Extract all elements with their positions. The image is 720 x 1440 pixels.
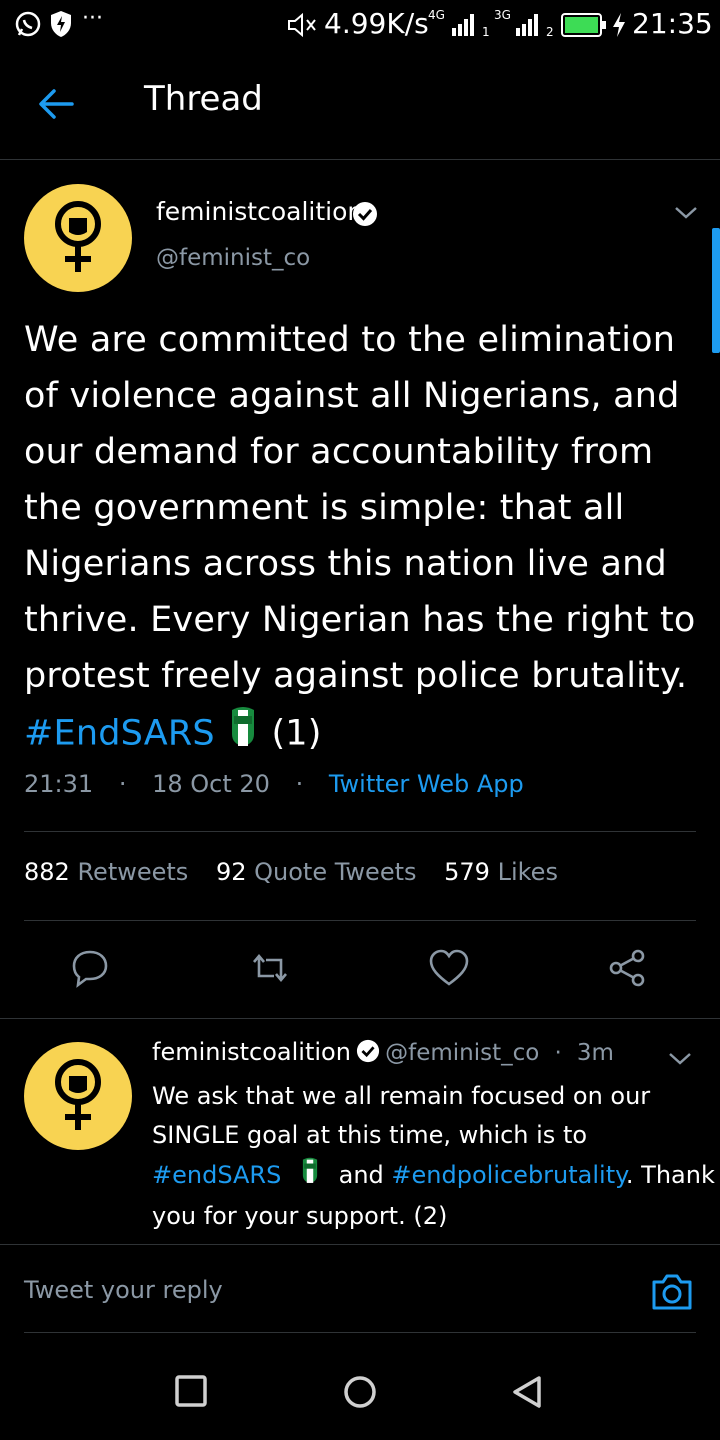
retweet-button[interactable] [240,938,300,998]
recents-square-icon[interactable] [174,1374,208,1412]
divider [24,1332,696,1333]
heart-icon [429,949,469,986]
reply-author-name[interactable]: feministcoalition [152,1038,351,1066]
reply-and: and [338,1161,384,1189]
dot-separator: · [554,1040,562,1066]
likes-stat[interactable]: 579 Likes [444,858,558,886]
sim-2-label: 2 [546,25,554,39]
hashtag-endpolicebrutality[interactable]: #endpolicebrutality [391,1161,626,1189]
reply-chevron-down-icon[interactable] [666,1048,694,1072]
camera-icon[interactable] [650,1272,694,1316]
tweet-text: We are committed to the elimination of v… [24,312,696,765]
tweet-source[interactable]: Twitter Web App [329,770,524,798]
divider [0,1018,720,1019]
page-title: Thread [144,79,263,119]
reply-line: you for your support. (2) [152,1202,448,1230]
reply-icon [72,950,108,988]
reply-text: We ask that we all remain focused on our… [152,1077,715,1236]
share-button[interactable] [598,938,658,998]
signal-icon [452,12,480,40]
engagement-stats: 882 Retweets 92 Quote Tweets 579 Likes [24,858,558,886]
divider [24,831,696,832]
status-bar: ··· 4.99K/s 4G 1 3G 2 21:35 [0,0,720,50]
signal-icon-2 [516,12,544,40]
author-name[interactable]: feministcoalition [156,197,363,226]
reply-author-handle[interactable]: @feminist_co [385,1040,539,1066]
hashtag-endsars-reply[interactable]: #endSARS [152,1161,281,1189]
reply-line: SINGLE goal at this time, which is to [152,1121,588,1149]
whatsapp-icon [14,10,42,42]
verified-badge-icon [352,201,378,231]
venus-fist-icon [55,1059,101,1130]
tweet-body: We are committed to the elimination of v… [24,320,696,696]
dot-separator: · [118,770,127,798]
venus-fist-icon [55,201,101,272]
tweet-date: 18 Oct 20 [152,770,270,798]
verified-badge-icon [356,1039,380,1067]
thread-index: (1) [271,713,322,754]
home-circle-icon[interactable] [342,1374,378,1414]
chevron-down-icon[interactable] [672,202,700,226]
charging-icon [612,12,626,42]
battery-icon [561,13,607,41]
sim-1-label: 1 [482,25,490,39]
reply-button[interactable] [60,938,120,998]
back-triangle-icon[interactable] [510,1374,544,1414]
thread-header [0,50,720,160]
reply-line: #endSARS and #endpolicebrutality. Thank [152,1155,715,1197]
reply-age: 3m [576,1040,614,1066]
reply-line-tail: . Thank [625,1161,715,1189]
dot-separator: · [295,770,304,798]
net-type-2: 3G [494,8,511,22]
tweet-meta: 21:31 · 18 Oct 20 · Twitter Web App [24,770,524,798]
mute-icon [287,12,319,42]
hashtag-endsars[interactable]: #EndSARS [24,714,215,754]
reply-input[interactable]: Tweet your reply [24,1276,223,1304]
net-speed: 4.99K/s [324,7,429,40]
divider [24,920,696,921]
shield-icon [50,10,72,42]
net-type-1: 4G [428,8,445,22]
nigeria-fist-icon [299,1155,321,1197]
author-handle[interactable]: @feminist_co [156,245,310,271]
reply-line: We ask that we all remain focused on our [152,1082,651,1110]
avatar[interactable] [24,184,132,292]
nigeria-fist-icon [226,704,260,765]
more-dots-icon: ··· [82,6,103,31]
like-button[interactable] [419,938,479,998]
share-icon [609,949,645,987]
tweet-time: 21:31 [24,770,94,798]
retweets-stat[interactable]: 882 Retweets [24,858,188,886]
quotes-stat[interactable]: 92 Quote Tweets [216,858,417,886]
retweet-icon [253,953,287,983]
back-arrow-icon[interactable] [36,84,76,128]
reply-avatar[interactable] [24,1042,132,1150]
scrollbar[interactable] [712,228,720,353]
reply-header: feministcoalition @feminist_co · 3m [152,1038,614,1067]
clock: 21:35 [632,7,713,40]
